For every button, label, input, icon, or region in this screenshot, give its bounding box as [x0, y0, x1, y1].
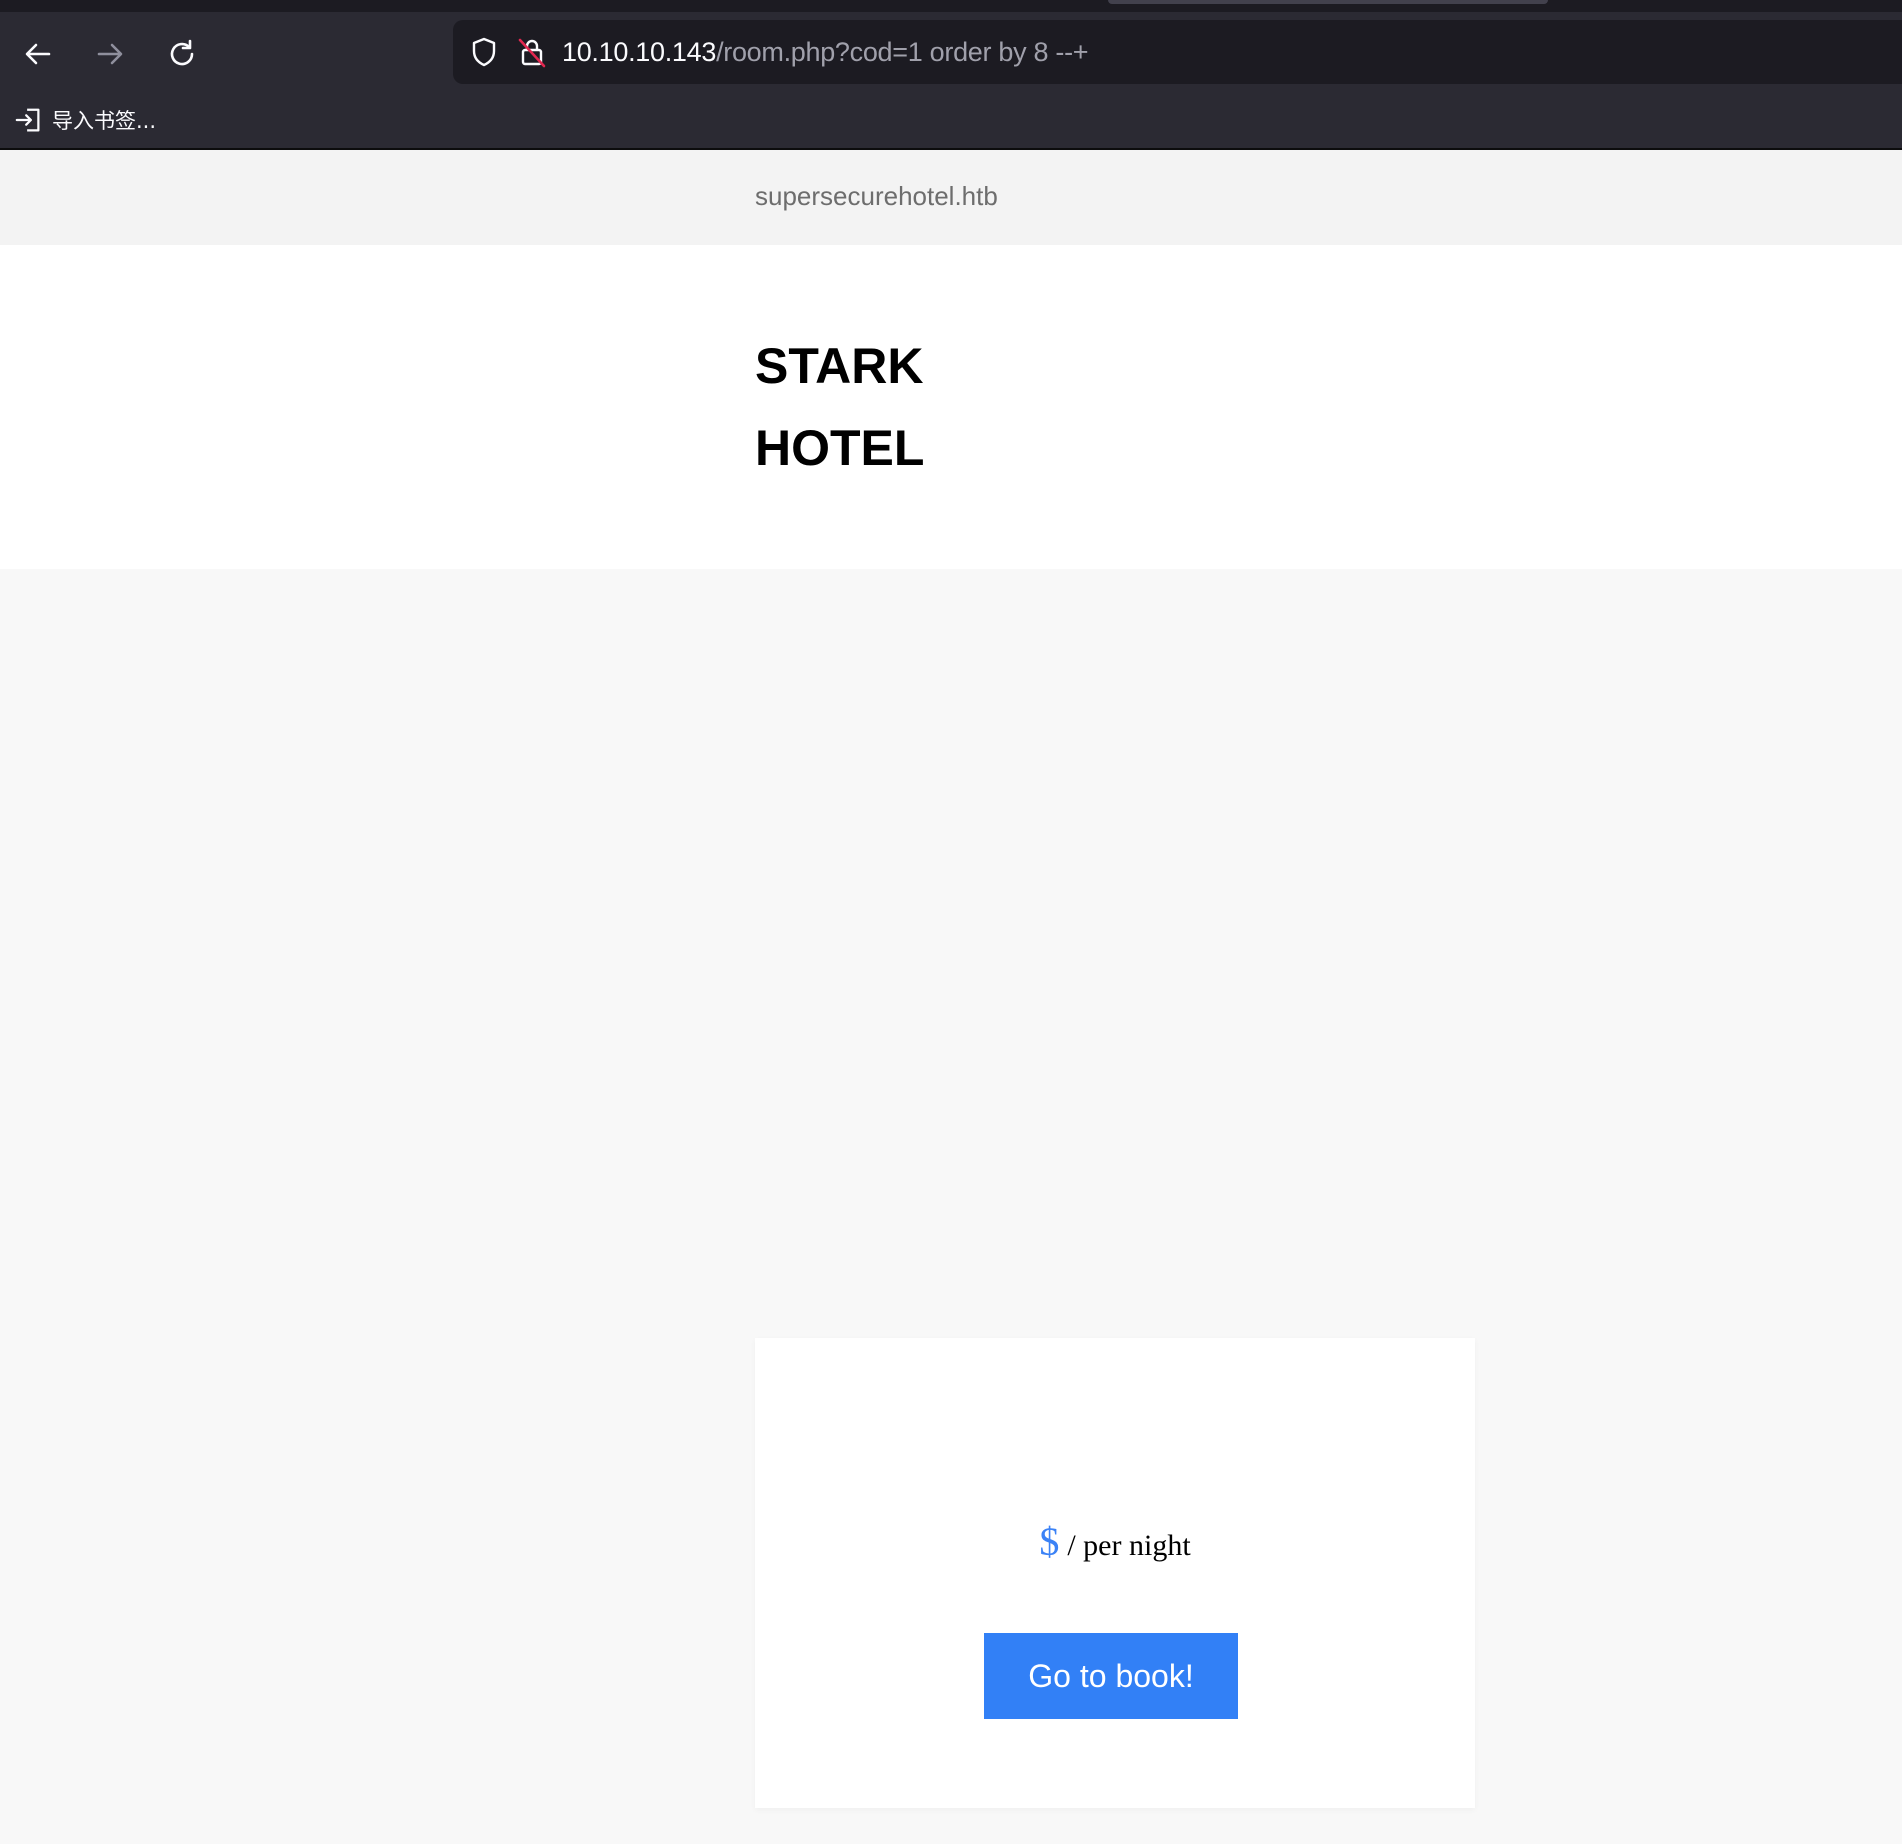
browser-chrome: 10.10.10.143/room.php?cod=1 order by 8 -… [0, 0, 1902, 150]
import-bookmarks-link[interactable]: 导入书签... [14, 104, 156, 136]
import-icon [15, 108, 40, 132]
reload-button[interactable] [162, 34, 202, 74]
lock-insecure-icon[interactable] [514, 34, 550, 70]
url-path: /room.php?cod=1 order by 8 --+ [716, 36, 1089, 67]
go-to-book-button[interactable]: Go to book! [984, 1633, 1238, 1719]
url-text[interactable]: 10.10.10.143/room.php?cod=1 order by 8 -… [562, 36, 1089, 68]
site-name-link[interactable]: supersecurehotel.htb [755, 181, 998, 212]
hero-section: STARK HOTEL [0, 245, 1902, 569]
hero-title-line2: HOTEL [755, 420, 925, 476]
forward-button[interactable] [90, 34, 130, 74]
shield-icon[interactable] [466, 34, 502, 70]
active-tab-edge[interactable] [1108, 0, 1548, 4]
address-bar[interactable]: 10.10.10.143/room.php?cod=1 order by 8 -… [453, 20, 1902, 84]
url-host: 10.10.10.143 [562, 36, 717, 67]
site-header: supersecurehotel.htb [0, 150, 1902, 245]
reload-icon [170, 39, 194, 66]
room-price: $ / per night [755, 1518, 1475, 1565]
arrow-left-icon [25, 43, 51, 65]
price-suffix: / per night [1067, 1529, 1191, 1562]
arrow-right-icon [97, 43, 123, 65]
room-card: $ / per night Go to book! [755, 1338, 1475, 1808]
import-bookmarks-label: 导入书签... [52, 109, 157, 133]
back-button[interactable] [18, 34, 58, 74]
hero-title-line1: STARK [755, 338, 924, 394]
currency-symbol: $ [1039, 1519, 1060, 1564]
tab-strip [0, 0, 1902, 12]
